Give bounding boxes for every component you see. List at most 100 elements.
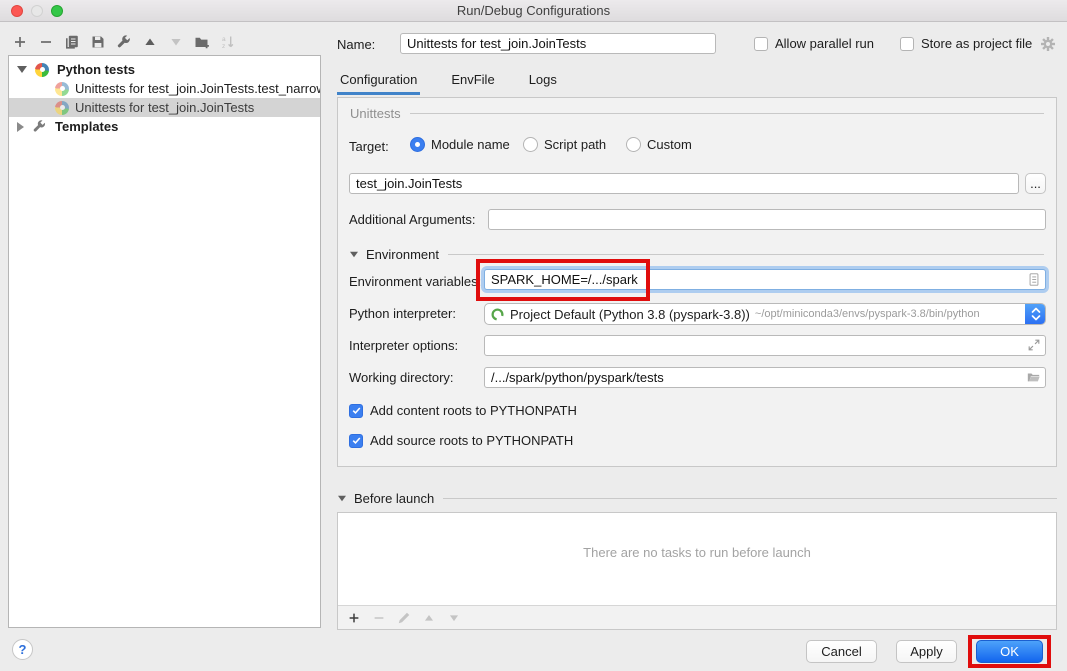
divider bbox=[443, 498, 1057, 499]
ok-button[interactable]: OK bbox=[976, 640, 1043, 663]
allow-parallel-run-checkbox[interactable]: Allow parallel run bbox=[754, 36, 874, 51]
move-up-icon[interactable] bbox=[421, 610, 437, 626]
edit-pencil-icon[interactable] bbox=[396, 610, 412, 626]
radio-module-name[interactable]: Module name bbox=[410, 137, 510, 152]
tree-item-unittests-test-narrow[interactable]: Unittests for test_join.JoinTests.test_n… bbox=[9, 79, 320, 98]
apply-button[interactable]: Apply bbox=[896, 640, 957, 663]
checkbox-checked-icon[interactable] bbox=[349, 404, 363, 418]
target-label: Target: bbox=[349, 139, 389, 154]
radio-label: Custom bbox=[647, 137, 692, 152]
expand-collapse-icon[interactable] bbox=[17, 66, 27, 73]
allow-parallel-run-label: Allow parallel run bbox=[775, 36, 874, 51]
move-up-icon[interactable] bbox=[142, 34, 158, 50]
collapse-icon[interactable] bbox=[338, 496, 346, 502]
checkbox-checked-icon[interactable] bbox=[349, 434, 363, 448]
tree-item-python-tests[interactable]: Python tests bbox=[9, 60, 320, 79]
before-launch-section-header[interactable]: Before launch bbox=[337, 491, 1057, 506]
tree-item-unittests-jointests[interactable]: Unittests for test_join.JoinTests bbox=[9, 98, 320, 117]
target-module-input[interactable] bbox=[349, 173, 1019, 194]
add-content-roots-checkbox[interactable]: Add content roots to PYTHONPATH bbox=[349, 403, 577, 418]
python-tests-icon bbox=[35, 63, 49, 77]
additional-arguments-label: Additional Arguments: bbox=[349, 212, 475, 227]
combo-stepper-icon[interactable] bbox=[1025, 303, 1046, 325]
radio-selected-icon[interactable] bbox=[410, 137, 425, 152]
checkbox-unchecked-icon[interactable] bbox=[754, 37, 768, 51]
edit-templates-wrench-icon[interactable] bbox=[116, 34, 132, 50]
templates-wrench-icon bbox=[32, 119, 47, 134]
tree-item-templates[interactable]: Templates bbox=[9, 117, 320, 136]
add-content-roots-label: Add content roots to PYTHONPATH bbox=[370, 403, 577, 418]
radio-unselected-icon[interactable] bbox=[523, 137, 538, 152]
add-source-roots-label: Add source roots to PYTHONPATH bbox=[370, 433, 573, 448]
name-label: Name: bbox=[337, 37, 375, 52]
cancel-button[interactable]: Cancel bbox=[806, 640, 877, 663]
config-tabs: Configuration EnvFile Logs bbox=[337, 68, 560, 95]
add-source-roots-checkbox[interactable]: Add source roots to PYTHONPATH bbox=[349, 433, 573, 448]
unittests-group-header: Unittests bbox=[350, 106, 1044, 121]
move-down-icon[interactable] bbox=[446, 610, 462, 626]
browse-button[interactable]: ... bbox=[1025, 173, 1046, 194]
working-directory-label: Working directory: bbox=[349, 370, 454, 385]
tree-item-label: Unittests for test_join.JoinTests.test_n… bbox=[75, 81, 320, 96]
svg-text:a: a bbox=[222, 36, 226, 43]
sort-alphabetically-icon[interactable]: az bbox=[220, 34, 236, 50]
divider bbox=[448, 254, 1044, 255]
tab-envfile[interactable]: EnvFile bbox=[448, 68, 497, 95]
interpreter-options-input[interactable] bbox=[484, 335, 1046, 356]
add-icon[interactable] bbox=[12, 34, 28, 50]
env-variables-editor-icon[interactable] bbox=[1027, 272, 1041, 290]
divider bbox=[410, 113, 1044, 114]
new-folder-icon[interactable] bbox=[194, 34, 210, 50]
environment-section-title: Environment bbox=[366, 247, 439, 262]
checkbox-unchecked-icon[interactable] bbox=[900, 37, 914, 51]
radio-label: Module name bbox=[431, 137, 510, 152]
title-bar: Run/Debug Configurations bbox=[0, 0, 1067, 22]
python-interpreter-combo[interactable]: Project Default (Python 3.8 (pyspark-3.8… bbox=[484, 303, 1046, 325]
before-launch-title: Before launch bbox=[354, 491, 434, 506]
expand-field-icon[interactable] bbox=[1027, 338, 1041, 355]
save-icon[interactable] bbox=[90, 34, 106, 50]
tree-item-label: Python tests bbox=[57, 62, 135, 77]
environment-variables-input[interactable] bbox=[484, 269, 1046, 290]
remove-icon[interactable] bbox=[371, 610, 387, 626]
window-title: Run/Debug Configurations bbox=[0, 3, 1067, 18]
tab-logs[interactable]: Logs bbox=[526, 68, 560, 95]
move-down-icon[interactable] bbox=[168, 34, 184, 50]
tab-configuration[interactable]: Configuration bbox=[337, 68, 420, 95]
interpreter-options-field-wrap bbox=[484, 335, 1046, 356]
add-icon[interactable] bbox=[346, 610, 362, 626]
python-interpreter-path: ~/opt/miniconda3/envs/pyspark-3.8/bin/py… bbox=[755, 308, 980, 320]
python-interpreter-value: Project Default (Python 3.8 (pyspark-3.8… bbox=[510, 307, 750, 322]
name-input[interactable] bbox=[400, 33, 716, 54]
browse-folder-icon[interactable] bbox=[1026, 370, 1041, 387]
before-launch-toolbar bbox=[338, 605, 1056, 629]
additional-arguments-input[interactable] bbox=[488, 209, 1046, 230]
help-button[interactable]: ? bbox=[12, 639, 33, 660]
tree-item-label: Templates bbox=[55, 119, 118, 134]
expand-collapse-icon[interactable] bbox=[17, 122, 24, 132]
unittests-group-panel: Unittests Target: Module name Script pat… bbox=[337, 97, 1057, 467]
environment-variables-field-wrap bbox=[484, 269, 1046, 290]
group-title: Unittests bbox=[350, 106, 401, 121]
working-directory-input[interactable] bbox=[484, 367, 1046, 388]
store-as-project-file-label: Store as project file bbox=[921, 36, 1032, 51]
radio-custom[interactable]: Custom bbox=[626, 137, 692, 152]
conda-environment-icon bbox=[490, 307, 505, 322]
python-test-icon bbox=[55, 101, 69, 115]
radio-script-path[interactable]: Script path bbox=[523, 137, 606, 152]
before-launch-panel: There are no tasks to run before launch bbox=[337, 512, 1057, 630]
configurations-toolbar: az bbox=[12, 32, 236, 52]
copy-icon[interactable] bbox=[64, 34, 80, 50]
remove-icon[interactable] bbox=[38, 34, 54, 50]
python-test-icon bbox=[55, 82, 69, 96]
before-launch-empty-text: There are no tasks to run before launch bbox=[338, 545, 1056, 560]
run-debug-configurations-dialog: Run/Debug Configurations az Python tests bbox=[0, 0, 1067, 671]
environment-variables-label: Environment variables: bbox=[349, 274, 481, 289]
store-as-project-file-checkbox[interactable]: Store as project file bbox=[900, 36, 1032, 51]
tree-item-label: Unittests for test_join.JoinTests bbox=[75, 100, 254, 115]
svg-text:z: z bbox=[222, 43, 225, 50]
environment-section-header[interactable]: Environment bbox=[349, 247, 1044, 262]
gear-icon[interactable] bbox=[1040, 36, 1056, 55]
radio-unselected-icon[interactable] bbox=[626, 137, 641, 152]
collapse-icon[interactable] bbox=[350, 252, 358, 258]
